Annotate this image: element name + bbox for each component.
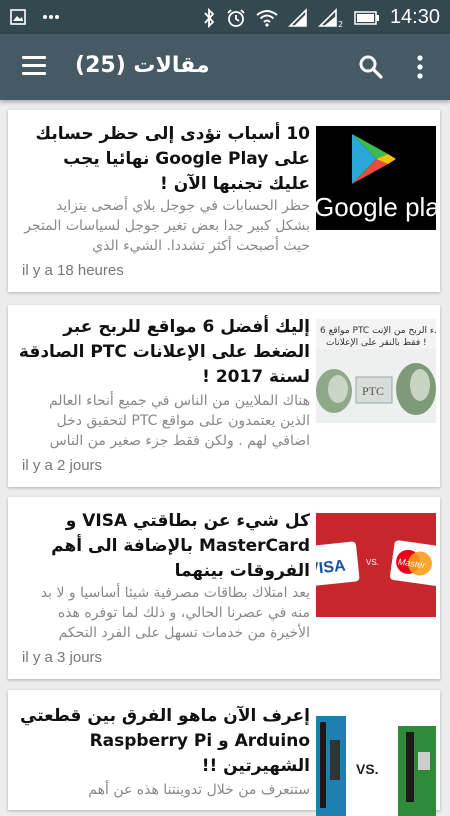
article-thumbnail: Google pla bbox=[316, 126, 436, 230]
page-title: مقالات (25) bbox=[75, 53, 210, 78]
wifi-icon bbox=[256, 9, 278, 27]
article-card[interactable]: Google pla 10 أسباب تؤدى إلى حظر حسابك ع… bbox=[8, 110, 440, 292]
article-card[interactable]: VS. إعرف الآن ماهو الفرق بين قطعتي Ardui… bbox=[8, 690, 440, 816]
thumbnail-caption: VS. bbox=[366, 558, 379, 567]
article-title: إليك أفضل 6 مواقع للربح عبر الضغط على ال… bbox=[18, 317, 310, 387]
alarm-icon bbox=[227, 8, 245, 27]
article-card[interactable]: VISA VS. Master كل شيء عن بطاقتي VISA و … bbox=[8, 497, 440, 679]
google-play-logo-icon: Google pla bbox=[316, 134, 436, 222]
bluetooth-icon bbox=[204, 7, 215, 28]
thumbnail-caption: Google pla bbox=[316, 192, 436, 222]
article-title: كل شيء عن بطاقتي VISA و MasterCard بالإض… bbox=[51, 511, 310, 581]
article-thumbnail: VISA VS. Master bbox=[316, 513, 436, 617]
article-thumbnail: VS. bbox=[316, 712, 436, 816]
battery-icon bbox=[354, 10, 379, 25]
signal-2-icon: 2 bbox=[318, 7, 343, 28]
article-card[interactable]: 6 مواقع PTC لبدء الربح من الإنت فقط بالن… bbox=[8, 305, 440, 487]
article-excerpt: يعد امتلاك بطاقات مصرفية شيئا أساسيا و ل… bbox=[40, 585, 310, 641]
article-title: 10 أسباب تؤدى إلى حظر حسابك على Google P… bbox=[35, 124, 310, 194]
article-time: il y a 2 jours bbox=[22, 457, 103, 474]
svg-text:فقط بالنقر على الإعلانات !: فقط بالنقر على الإعلانات ! bbox=[326, 338, 427, 348]
hamburger-menu-icon[interactable] bbox=[22, 56, 46, 76]
image-icon bbox=[10, 9, 26, 25]
dots-icon bbox=[43, 15, 59, 19]
search-icon[interactable] bbox=[358, 54, 384, 80]
thumbnail-caption: VS. bbox=[356, 761, 379, 777]
article-excerpt: ستتعرف من خلال تدوينتنا هذه عن أهم bbox=[88, 782, 310, 798]
article-time: il y a 3 jours bbox=[22, 649, 103, 666]
thumbnail-caption: PTC bbox=[362, 384, 384, 398]
svg-text:6 مواقع PTC لبدء الربح من الإن: 6 مواقع PTC لبدء الربح من الإنت bbox=[320, 326, 436, 336]
article-time: il y a 18 heures bbox=[22, 262, 124, 279]
app-bar: مقالات (25) bbox=[0, 34, 450, 100]
article-thumbnail: 6 مواقع PTC لبدء الربح من الإنت فقط بالن… bbox=[316, 319, 436, 423]
signal-icon bbox=[288, 7, 307, 27]
article-title: إعرف الآن ماهو الفرق بين قطعتي Arduino و… bbox=[20, 706, 310, 776]
status-bar: 2 14:30 bbox=[0, 0, 450, 34]
svg-text:2: 2 bbox=[338, 20, 343, 28]
article-excerpt: حظر الحسابات في جوجل بلاي أضحى يتزايد بش… bbox=[24, 198, 310, 254]
more-vert-icon[interactable] bbox=[414, 54, 426, 80]
status-time: 14:30 bbox=[389, 6, 440, 28]
article-excerpt: هناك الملايين من الناس في جميع أنحاء الع… bbox=[48, 393, 310, 449]
